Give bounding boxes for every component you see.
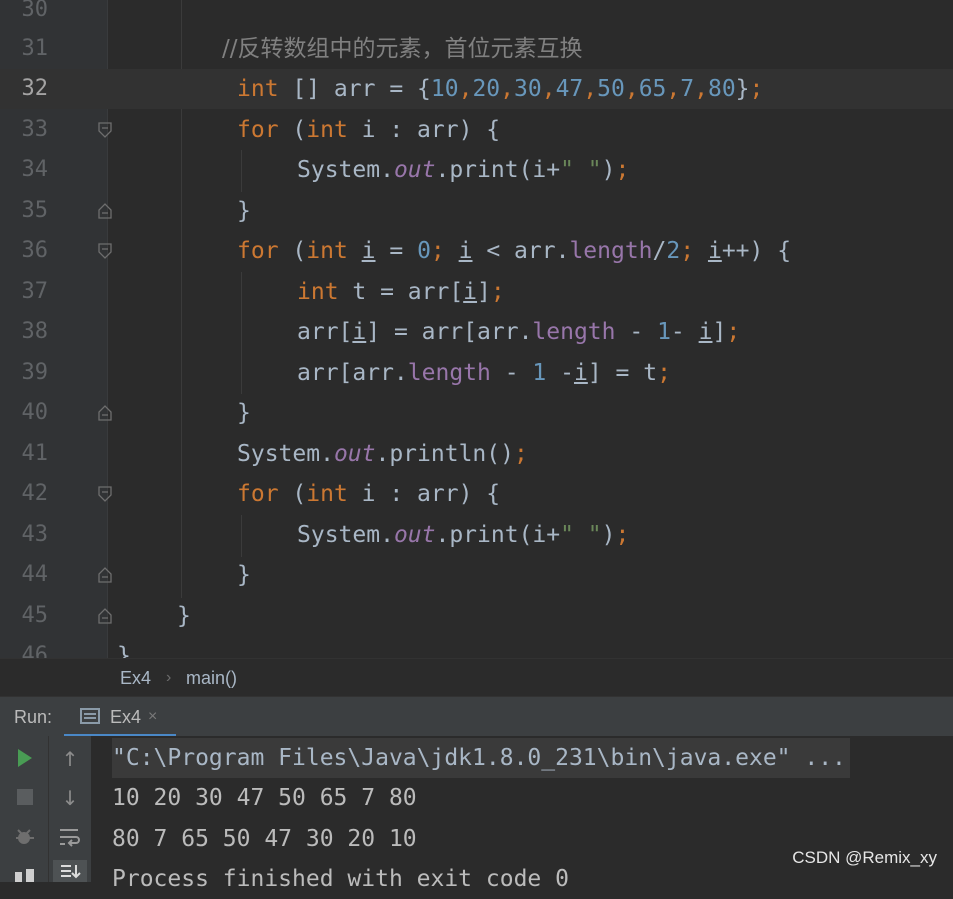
code-line[interactable]: 42 for (int i : arr) {	[0, 474, 953, 514]
code-line[interactable]: 46 }	[0, 636, 953, 658]
code-line[interactable]: 41 System.out.println();	[0, 434, 953, 474]
code-line[interactable]: 37 int t = arr[i];	[0, 272, 953, 312]
code-text: }	[237, 400, 251, 426]
run-tab-ex4[interactable]: Ex4 ×	[64, 697, 176, 737]
line-number: 42	[21, 481, 49, 506]
fold-open-icon[interactable]	[98, 122, 112, 138]
fold-end-icon[interactable]	[98, 203, 112, 219]
arrow-up-icon[interactable]: ↑	[55, 744, 85, 774]
code-text: for (int i = 0; i < arr.length/2; i++) {	[237, 238, 792, 264]
watermark: CSDN @Remix_xy	[792, 848, 937, 867]
line-number: 33	[21, 117, 49, 142]
code-text: }	[117, 643, 131, 658]
line-number: 36	[21, 238, 49, 263]
code-line[interactable]: 38 arr[i] = arr[arr.length - 1- i];	[0, 312, 953, 352]
breadcrumb: Ex4 › main()	[0, 658, 953, 697]
breadcrumb-method[interactable]: main()	[186, 659, 237, 697]
code-line[interactable]: 33 for (int i : arr) {	[0, 110, 953, 150]
code-text: for (int i : arr) {	[237, 117, 501, 143]
fold-open-icon[interactable]	[98, 486, 112, 502]
console-output-line: Process finished with exit code 0	[112, 866, 569, 892]
code-text: }	[237, 198, 251, 224]
run-tool-window-header: Run: Ex4 ×	[0, 696, 953, 737]
line-number: 44	[21, 562, 49, 587]
stop-icon[interactable]	[16, 788, 34, 806]
code-line[interactable]: 43 System.out.print(i+" ");	[0, 515, 953, 555]
console-output-line: 80 7 65 50 47 30 20 10	[112, 826, 417, 852]
scroll-to-end-button[interactable]	[53, 860, 87, 882]
layout-icon[interactable]	[14, 868, 36, 882]
code-line[interactable]: 36 for (int i = 0; i < arr.length/2; i++…	[0, 231, 953, 271]
fold-end-icon[interactable]	[98, 405, 112, 421]
scroll-to-end-icon	[61, 865, 81, 879]
code-line[interactable]: 35 }	[0, 191, 953, 231]
run-tab-label: Ex4	[110, 707, 142, 727]
code-text: for (int i : arr) {	[237, 481, 501, 507]
fold-end-icon[interactable]	[98, 567, 112, 583]
fold-end-icon[interactable]	[98, 608, 112, 624]
line-number: 32	[21, 76, 49, 101]
fold-open-icon[interactable]	[98, 243, 112, 259]
code-text: }	[177, 603, 191, 629]
console-icon	[80, 708, 100, 724]
console-output-line: 10 20 30 47 50 65 7 80	[112, 785, 417, 811]
line-number: 40	[21, 400, 49, 425]
code-text: int t = arr[i];	[297, 279, 505, 305]
code-text: arr[i] = arr[arr.length - 1- i];	[297, 319, 741, 345]
code-text: System.out.print(i+" ");	[297, 157, 630, 183]
line-number: 30	[21, 0, 49, 22]
console-toolbar: ↑ ↓	[48, 736, 91, 882]
console-command-line: "C:\Program Files\Java\jdk1.8.0_231\bin\…	[112, 738, 850, 778]
comment: //反转数组中的元素，首位元素互换	[222, 36, 583, 62]
run-label: Run:	[14, 707, 53, 727]
breadcrumb-separator: ›	[166, 669, 172, 686]
arrow-down-icon[interactable]: ↓	[55, 783, 85, 813]
line-number: 35	[21, 198, 49, 223]
code-line[interactable]: 31 //反转数组中的元素，首位元素互换	[0, 29, 953, 69]
code-line[interactable]: 30	[0, 0, 953, 30]
code-text: }	[237, 562, 251, 588]
line-number: 38	[21, 319, 49, 344]
code-line[interactable]: 39 arr[arr.length - 1 -i] = t;	[0, 353, 953, 393]
code-line[interactable]: 44 }	[0, 555, 953, 595]
code-text: System.out.println();	[237, 441, 528, 467]
code-text: System.out.print(i+" ");	[297, 522, 630, 548]
code-line[interactable]: 40 }	[0, 393, 953, 433]
line-number: 46	[21, 643, 49, 658]
code-text: arr[arr.length - 1 -i] = t;	[297, 360, 671, 386]
debug-restore-icon[interactable]	[14, 826, 36, 848]
line-number: 34	[21, 157, 49, 182]
line-number: 45	[21, 603, 49, 628]
code-text: int [] arr = {10,20,30,47,50,65,7,80};	[237, 76, 764, 102]
breadcrumb-class[interactable]: Ex4	[120, 659, 151, 697]
line-number: 37	[21, 279, 49, 304]
code-line-current[interactable]: 32 int [] arr = {10,20,30,47,50,65,7,80}…	[0, 69, 953, 109]
line-number: 43	[21, 522, 49, 547]
line-number: 31	[21, 36, 49, 61]
run-toolbar	[0, 736, 48, 882]
soft-wrap-icon[interactable]	[58, 826, 82, 848]
line-number: 41	[21, 441, 49, 466]
line-number: 39	[21, 360, 49, 385]
code-line[interactable]: 45 }	[0, 596, 953, 636]
code-editor[interactable]: 30 31 //反转数组中的元素，首位元素互换 32 int [] arr = …	[0, 0, 953, 658]
close-icon[interactable]: ×	[148, 697, 157, 737]
rerun-icon[interactable]	[16, 748, 34, 768]
code-line[interactable]: 34 System.out.print(i+" ");	[0, 150, 953, 190]
